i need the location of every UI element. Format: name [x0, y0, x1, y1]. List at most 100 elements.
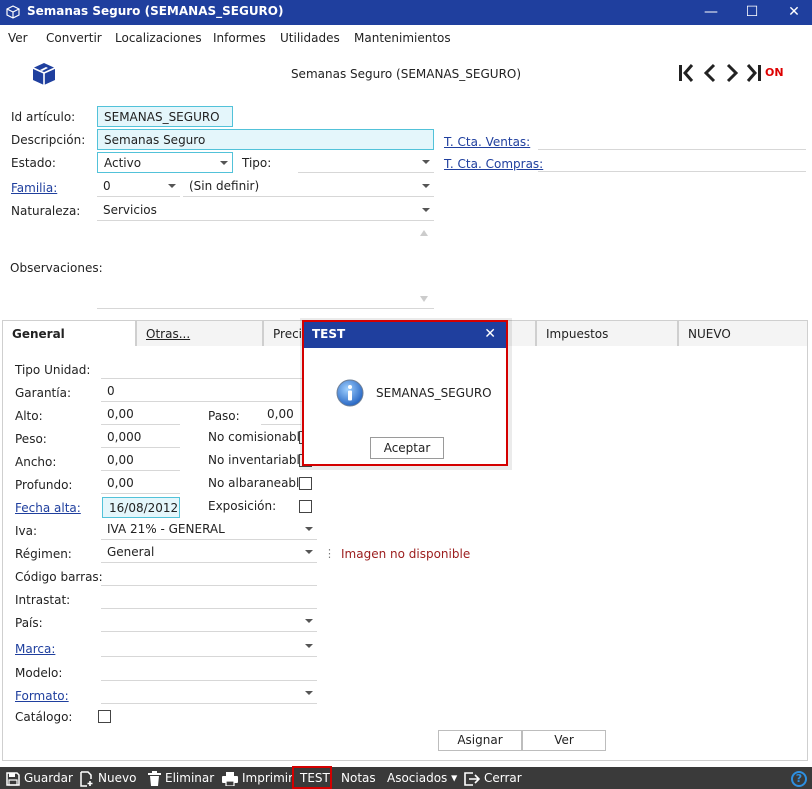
peso-label: Peso: — [15, 432, 47, 446]
printer-icon — [222, 771, 238, 786]
last-record-icon[interactable] — [744, 62, 764, 84]
tipo-select[interactable] — [298, 152, 434, 173]
ver-button[interactable]: Ver — [522, 730, 606, 751]
tipo-label: Tipo: — [242, 156, 272, 170]
iva-select[interactable]: IVA 21% - GENERAL — [101, 519, 317, 540]
intrastat-field[interactable] — [101, 588, 317, 609]
tab-precios[interactable]: Preci — [263, 320, 303, 347]
status-on-badge: ON — [765, 66, 784, 79]
scroll-down-icon[interactable] — [420, 296, 428, 302]
descripcion-label: Descripción: — [11, 133, 86, 147]
menu-convertir[interactable]: Convertir — [46, 31, 102, 45]
nuevo-button[interactable]: Nuevo — [80, 767, 136, 789]
asignar-button[interactable]: Asignar — [438, 730, 522, 751]
garantia-label: Garantía: — [15, 386, 71, 400]
familia-select[interactable]: (Sin definir) — [183, 176, 434, 197]
previous-record-icon[interactable] — [700, 62, 720, 84]
tab-general[interactable]: General — [2, 320, 136, 347]
cta-compras-label[interactable]: T. Cta. Compras: — [444, 157, 543, 171]
tab-otras[interactable]: Otras... — [136, 320, 263, 347]
menu-mantenimientos[interactable]: Mantenimientos — [354, 31, 451, 45]
dialog-close-icon[interactable]: ✕ — [484, 322, 496, 347]
test-button-highlight — [292, 766, 332, 789]
naturaleza-label: Naturaleza: — [11, 204, 81, 218]
bottom-toolbar: Guardar Nuevo Eliminar Imprimir TEST Not… — [0, 767, 812, 789]
pais-select[interactable] — [101, 611, 317, 632]
peso-field[interactable]: 0,000 — [101, 427, 180, 448]
next-record-icon[interactable] — [722, 62, 742, 84]
aceptar-button[interactable]: Aceptar — [370, 437, 444, 459]
familia-code-select[interactable]: 0 — [97, 176, 180, 197]
tab-general-label: General — [12, 327, 65, 341]
imprimir-button[interactable]: Imprimir — [222, 767, 293, 789]
chevron-down-icon — [305, 644, 313, 648]
modelo-label: Modelo: — [15, 666, 63, 680]
ancho-field[interactable]: 0,00 — [101, 450, 180, 471]
guardar-button[interactable]: Guardar — [6, 767, 73, 789]
regimen-value: General — [107, 545, 155, 559]
naturaleza-select[interactable]: Servicios — [97, 200, 434, 221]
codigo-barras-field[interactable] — [101, 565, 317, 586]
formato-select[interactable] — [101, 683, 317, 704]
tab-nuevo[interactable]: NUEVO — [678, 320, 808, 347]
scroll-up-icon[interactable] — [420, 230, 428, 236]
paso-field[interactable]: 0,00 — [261, 404, 301, 425]
chevron-down-icon — [422, 184, 430, 188]
title-bar: Semanas Seguro (SEMANAS_SEGURO) — ☐ ✕ — [0, 0, 812, 25]
menu-utilidades[interactable]: Utilidades — [280, 31, 340, 45]
asociados-button[interactable]: Asociados ▼ — [387, 767, 457, 789]
menu-informes[interactable]: Informes — [213, 31, 266, 45]
estado-label: Estado: — [11, 156, 56, 170]
observaciones-textarea[interactable] — [97, 223, 434, 309]
iva-value: IVA 21% - GENERAL — [107, 522, 225, 536]
alto-field[interactable]: 0,00 — [101, 404, 180, 425]
guardar-label: Guardar — [24, 771, 73, 785]
profundo-field[interactable]: 0,00 — [101, 473, 180, 494]
cerrar-button[interactable]: Cerrar — [464, 767, 522, 789]
no-albaraneable-label: No albaraneable: — [208, 476, 311, 490]
marca-label[interactable]: Marca: — [15, 642, 55, 656]
garantia-field[interactable]: 0 — [101, 381, 317, 402]
familia-code-value: 0 — [103, 179, 111, 193]
splitter-handle[interactable]: ⋮ — [324, 547, 335, 560]
tab-impuestos[interactable]: Impuestos — [536, 320, 678, 347]
exposicion-checkbox[interactable] — [299, 500, 312, 513]
menu-ver[interactable]: Ver — [8, 31, 28, 45]
chevron-down-icon — [220, 161, 228, 165]
cta-ventas-label[interactable]: T. Cta. Ventas: — [444, 135, 530, 149]
formato-label[interactable]: Formato: — [15, 689, 69, 703]
estado-select[interactable]: Activo — [97, 152, 233, 173]
id-articulo-field[interactable]: SEMANAS_SEGURO — [97, 106, 233, 127]
tipo-unidad-field[interactable] — [101, 358, 317, 379]
modelo-field[interactable] — [101, 660, 317, 681]
familia-label[interactable]: Familia: — [11, 181, 57, 195]
minimize-button[interactable]: — — [688, 0, 734, 25]
dialog-message: SEMANAS_SEGURO — [376, 386, 492, 400]
chevron-down-icon — [305, 527, 313, 531]
fecha-alta-label[interactable]: Fecha alta: — [15, 501, 81, 515]
help-icon[interactable]: ? — [791, 771, 807, 787]
descripcion-field[interactable]: Semanas Seguro — [97, 129, 434, 150]
eliminar-button[interactable]: Eliminar — [148, 767, 214, 789]
regimen-select[interactable]: General — [101, 542, 317, 563]
close-window-button[interactable]: ✕ — [771, 0, 812, 25]
info-icon — [336, 379, 364, 407]
cta-ventas-field[interactable] — [538, 129, 806, 150]
no-comisionable-label: No comisionable — [208, 430, 308, 444]
exit-icon — [464, 771, 480, 786]
menu-localizaciones[interactable]: Localizaciones — [115, 31, 202, 45]
notas-button[interactable]: Notas — [341, 767, 376, 789]
chevron-down-icon — [305, 691, 313, 695]
window-cube-icon — [6, 5, 20, 19]
cta-compras-field[interactable] — [538, 151, 806, 172]
no-inventariable-label: No inventariable — [208, 453, 308, 467]
regimen-label: Régimen: — [15, 547, 72, 561]
catalogo-checkbox[interactable] — [98, 710, 111, 723]
fecha-alta-field[interactable]: 16/08/2012 — [102, 497, 180, 518]
first-record-icon[interactable] — [676, 62, 696, 84]
maximize-button[interactable]: ☐ — [729, 0, 775, 25]
save-icon — [6, 771, 20, 786]
no-albaraneable-checkbox[interactable] — [299, 477, 312, 490]
imprimir-label: Imprimir — [242, 771, 294, 785]
marca-select[interactable] — [101, 636, 317, 657]
